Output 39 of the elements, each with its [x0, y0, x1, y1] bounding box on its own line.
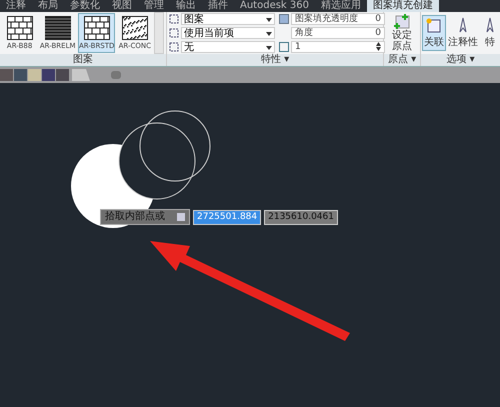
pick-icon [177, 213, 185, 221]
set-origin-button[interactable]: 设定原点 [390, 12, 414, 54]
scale-icon [279, 42, 289, 52]
y-coordinate-field[interactable]: 2135610.0461 [264, 210, 338, 224]
ribbon-tab[interactable]: 管理 [138, 0, 170, 12]
transparency-icon [279, 14, 289, 24]
dropdown-arrow-icon [266, 18, 272, 22]
hatch-pattern-icon [6, 16, 33, 40]
spinner-icon [376, 42, 381, 51]
new-tab-icon[interactable] [110, 70, 122, 80]
property-dropdown[interactable]: 使用当前项 [181, 27, 275, 39]
associative-icon [426, 17, 442, 35]
circle-outline [140, 110, 210, 182]
gallery-scrollbar[interactable] [154, 12, 164, 54]
ribbon-tab[interactable]: Autodesk 360 [234, 0, 315, 12]
ribbon-tab[interactable]: 输出 [170, 0, 202, 12]
ribbon-tab[interactable]: 布局 [32, 0, 64, 12]
transparency-field[interactable]: 图案填充透明度 0 [291, 13, 385, 25]
panel-title: 选项 ▾ [421, 54, 500, 66]
panel-title: 原点 ▾ [384, 54, 420, 66]
hatch-pattern-icon [122, 16, 148, 40]
property-dropdown[interactable]: 无 [181, 41, 275, 53]
command-prompt: 拾取内部点或 [100, 209, 190, 225]
scale-field[interactable]: 1 [291, 41, 385, 53]
hatch-pattern-icon [44, 16, 71, 40]
panel-title: 图案 [0, 54, 166, 66]
origin-icon [393, 14, 411, 30]
ribbon-tab[interactable]: 视图 [106, 0, 138, 12]
option-button[interactable]: 特 [480, 15, 500, 51]
dropdown-arrow-icon [266, 46, 272, 50]
angle-field[interactable]: 角度 0 [291, 27, 385, 39]
option-button[interactable]: 关联 [422, 15, 446, 51]
property-dropdown[interactable]: 图案 [181, 13, 275, 25]
option-button[interactable]: 注释性 [446, 15, 480, 51]
dropdown-arrow-icon [266, 32, 272, 36]
panel-title: 特性 ▾ [167, 54, 383, 66]
ribbon-tab[interactable]: 参数化 [64, 0, 106, 12]
ribbon-tab[interactable]: 插件 [202, 0, 234, 12]
hatch-pattern-icon [84, 16, 110, 40]
